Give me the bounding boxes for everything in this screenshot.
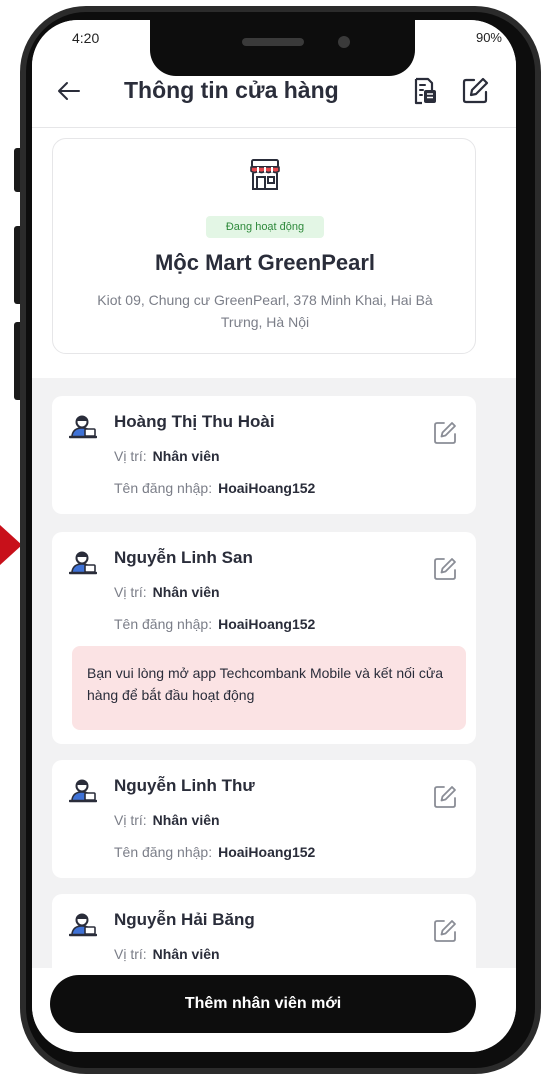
- role-value: Nhân viên: [152, 946, 220, 962]
- login-label: Tên đăng nhập:: [114, 616, 213, 632]
- edit-employee-icon[interactable]: [432, 784, 458, 810]
- employee-avatar-icon: [69, 415, 97, 439]
- edit-icon[interactable]: [460, 76, 490, 106]
- edit-employee-icon[interactable]: [432, 556, 458, 582]
- store-name: Mộc Mart GreenPearl: [154, 250, 376, 275]
- employee-name: Nguyễn Linh San: [114, 548, 253, 567]
- employee-avatar-icon: [69, 779, 97, 803]
- bottom-bar: Thêm nhân viên mới: [32, 968, 516, 1052]
- employee-name: Nguyễn Linh Thư: [114, 776, 255, 795]
- role-label: Vị trí:: [114, 584, 147, 600]
- login-label: Tên đăng nhập:: [114, 844, 213, 860]
- employee-card: Hoàng Thị Thu Hoài Vị trí: Nhân viên Tên …: [52, 396, 476, 514]
- employee-name: Hoàng Thị Thu Hoài: [114, 412, 275, 431]
- store-address: Kiot 09, Chung cư GreenPearl, 378 Minh K…: [97, 292, 433, 330]
- employee-name: Nguyễn Hải Băng: [114, 910, 255, 929]
- stage: 4:20 90% Thông tin cửa hàng Đang hoạt độ…: [0, 0, 541, 1074]
- pointer-arrow-icon: [0, 525, 22, 565]
- employee-role: Vị trí: Nhân viên: [114, 448, 220, 464]
- phone-notch: [150, 20, 415, 76]
- role-value: Nhân viên: [152, 584, 220, 600]
- add-employee-button[interactable]: Thêm nhân viên mới: [50, 975, 476, 1033]
- connect-warning: Bạn vui lòng mở app Techcombank Mobile v…: [72, 646, 466, 730]
- login-value: HoaiHoang152: [218, 616, 316, 632]
- login-label: Tên đăng nhập:: [114, 480, 213, 496]
- login-value: HoaiHoang152: [218, 844, 316, 860]
- role-label: Vị trí:: [114, 946, 147, 962]
- employee-avatar-icon: [69, 913, 97, 937]
- employee-avatar-icon: [69, 551, 97, 575]
- phone-screen: 4:20 90% Thông tin cửa hàng Đang hoạt độ…: [32, 20, 516, 1052]
- role-value: Nhân viên: [152, 812, 220, 828]
- employee-login: Tên đăng nhập: HoaiHoang152: [114, 616, 315, 632]
- role-label: Vị trí:: [114, 448, 147, 464]
- role-label: Vị trí:: [114, 812, 147, 828]
- store-card: Đang hoạt động Mộc Mart GreenPearl Kiot …: [52, 138, 476, 354]
- store-section: Đang hoạt động Mộc Mart GreenPearl Kiot …: [32, 128, 516, 378]
- role-value: Nhân viên: [152, 448, 220, 464]
- speaker-grill: [242, 38, 304, 46]
- status-badge: Đang hoạt động: [206, 216, 324, 238]
- login-value: HoaiHoang152: [218, 480, 316, 496]
- employee-list: Hoàng Thị Thu Hoài Vị trí: Nhân viên Tên …: [32, 378, 516, 1052]
- page-title: Thông tin cửa hàng: [124, 77, 339, 103]
- status-battery: 90%: [475, 30, 502, 45]
- status-time: 4:20: [72, 30, 100, 46]
- edit-employee-icon[interactable]: [432, 918, 458, 944]
- employee-login: Tên đăng nhập: HoaiHoang152: [114, 844, 315, 860]
- arrow-left-icon[interactable]: [54, 76, 84, 106]
- store-icon: [250, 159, 280, 190]
- employee-login: Tên đăng nhập: HoaiHoang152: [114, 480, 315, 496]
- front-camera: [338, 36, 350, 48]
- employee-role: Vị trí: Nhân viên: [114, 812, 220, 828]
- document-icon[interactable]: [410, 76, 440, 106]
- edit-employee-icon[interactable]: [432, 420, 458, 446]
- employee-card: Nguyễn Linh Thư Vị trí: Nhân viên Tên đăn…: [52, 760, 476, 878]
- employee-card: Nguyễn Linh San Vị trí: Nhân viên Tên đăn…: [52, 532, 476, 744]
- employee-role: Vị trí: Nhân viên: [114, 946, 220, 962]
- employee-role: Vị trí: Nhân viên: [114, 584, 220, 600]
